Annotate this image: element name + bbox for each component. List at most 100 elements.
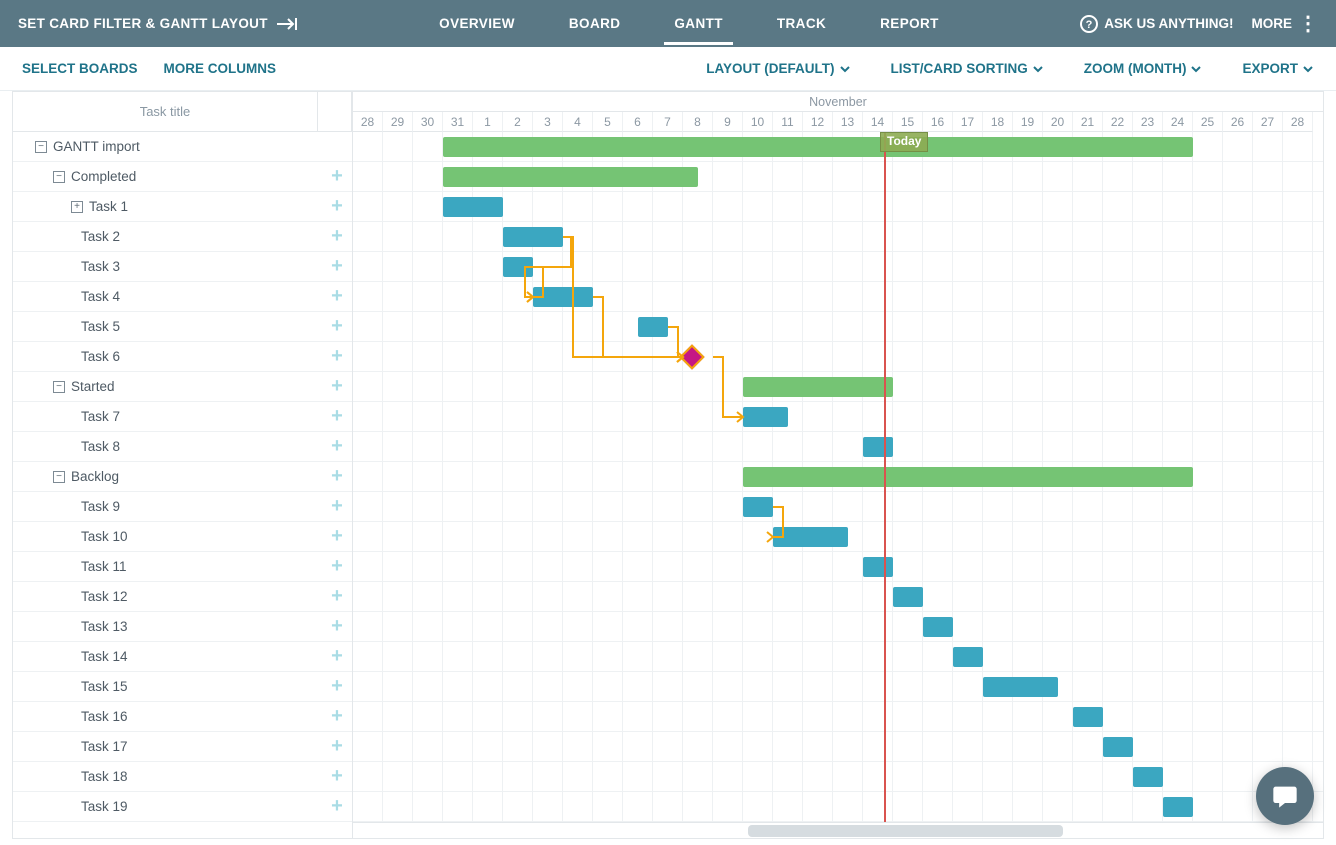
task-row[interactable]: −Completed+ [13,162,352,192]
collapse-icon[interactable]: − [53,471,65,483]
task-row[interactable]: Task 18+ [13,762,352,792]
add-task-icon[interactable]: + [328,618,346,636]
add-task-icon[interactable]: + [328,768,346,786]
task-row[interactable]: Task 19 + [13,792,352,822]
filter-layout-button[interactable]: SET CARD FILTER & GANTT LAYOUT [18,16,298,31]
task-bar[interactable] [923,617,953,637]
task-bar[interactable] [1133,767,1163,787]
chat-icon [1271,782,1299,810]
add-task-icon[interactable]: + [328,348,346,366]
add-task-icon[interactable]: + [328,318,346,336]
add-task-icon[interactable]: + [328,228,346,246]
task-row[interactable]: Task 6+ [13,342,352,372]
add-task-icon[interactable]: + [328,378,346,396]
add-task-icon[interactable]: + [328,408,346,426]
task-bar[interactable] [1073,707,1103,727]
add-task-icon[interactable]: + [328,738,346,756]
collapse-icon[interactable]: − [53,171,65,183]
nav-tab-overview[interactable]: OVERVIEW [439,2,515,45]
nav-tab-report[interactable]: REPORT [880,2,939,45]
task-bar[interactable] [863,437,893,457]
task-bar[interactable] [893,587,923,607]
scrollbar-thumb[interactable] [748,825,1063,837]
task-row[interactable]: −GANTT import [13,132,352,162]
task-row[interactable]: Task 14+ [13,642,352,672]
layout-dropdown[interactable]: LAYOUT (DEFAULT) [706,61,850,76]
timeline-body: Today [353,132,1323,822]
nav-tab-gantt[interactable]: GANTT [674,2,723,45]
add-task-icon[interactable]: + [328,198,346,216]
horizontal-scrollbar[interactable] [353,822,1323,838]
group-bar[interactable] [743,467,1193,487]
svg-text:?: ? [1086,19,1093,31]
add-task-icon[interactable]: + [328,708,346,726]
task-row[interactable]: Task 17+ [13,732,352,762]
task-row[interactable]: Task 13+ [13,612,352,642]
task-bar[interactable] [1103,737,1133,757]
add-task-icon[interactable]: + [328,258,346,276]
task-row[interactable]: Task 5+ [13,312,352,342]
chevron-down-icon [1032,63,1044,75]
task-row[interactable]: Task 8+ [13,432,352,462]
task-row[interactable]: +Task 1+ [13,192,352,222]
task-bar[interactable] [638,317,668,337]
task-title: Task 19 [81,799,128,814]
task-bar[interactable] [503,257,533,277]
timeline[interactable]: November 2829303112345678910111213141516… [353,92,1323,838]
add-task-icon[interactable]: + [328,528,346,546]
task-row[interactable]: Task 3+ [13,252,352,282]
task-bar[interactable] [953,647,983,667]
task-bar[interactable] [863,557,893,577]
task-row[interactable]: Task 12+ [13,582,352,612]
add-task-icon[interactable]: + [328,168,346,186]
task-row[interactable]: Task 15+ [13,672,352,702]
nav-tab-track[interactable]: TRACK [777,2,826,45]
add-task-icon[interactable]: + [328,798,346,816]
task-title: Backlog [71,469,119,484]
add-task-icon[interactable]: + [328,588,346,606]
task-row[interactable]: Task 4+ [13,282,352,312]
task-bar[interactable] [743,497,773,517]
ask-help-button[interactable]: ? ASK US ANYTHING! [1080,15,1233,33]
add-task-icon[interactable]: + [328,498,346,516]
task-bar[interactable] [533,287,593,307]
export-dropdown[interactable]: EXPORT [1242,61,1314,76]
add-task-icon[interactable]: + [328,678,346,696]
sub-toolbar: SELECT BOARDS MORE COLUMNS LAYOUT (DEFAU… [0,47,1336,91]
group-bar[interactable] [443,167,698,187]
select-boards-button[interactable]: SELECT BOARDS [22,61,138,76]
collapse-icon[interactable]: − [35,141,47,153]
task-title: Task 7 [81,409,120,424]
nav-tab-board[interactable]: BOARD [569,2,621,45]
task-row[interactable]: Task 10+ [13,522,352,552]
more-columns-button[interactable]: MORE COLUMNS [164,61,277,76]
add-task-icon[interactable]: + [328,288,346,306]
zoom-dropdown[interactable]: ZOOM (MONTH) [1084,61,1203,76]
add-task-icon[interactable]: + [328,558,346,576]
chat-fab[interactable] [1256,767,1314,825]
group-bar[interactable] [743,377,893,397]
task-bar[interactable] [983,677,1058,697]
add-task-icon[interactable]: + [328,438,346,456]
task-bar[interactable] [773,527,848,547]
timeline-row [353,612,1323,642]
task-row[interactable]: Task 11+ [13,552,352,582]
task-row[interactable]: Task 16+ [13,702,352,732]
task-bar[interactable] [743,407,788,427]
collapse-icon[interactable]: − [53,381,65,393]
task-row[interactable]: Task 2+ [13,222,352,252]
task-row[interactable]: −Started+ [13,372,352,402]
task-bar[interactable] [503,227,563,247]
task-row[interactable]: −Backlog + [13,462,352,492]
task-bar[interactable] [443,197,503,217]
expand-icon[interactable]: + [71,201,83,213]
add-task-icon[interactable]: + [328,468,346,486]
task-row[interactable]: Task 7 + [13,402,352,432]
task-bar[interactable] [1163,797,1193,817]
more-menu[interactable]: MORE ⋮ [1252,16,1319,31]
task-row[interactable]: Task 9+ [13,492,352,522]
group-bar[interactable] [443,137,1193,157]
add-task-icon[interactable]: + [328,648,346,666]
timeline-row [353,762,1323,792]
sort-dropdown[interactable]: LIST/CARD SORTING [891,61,1044,76]
